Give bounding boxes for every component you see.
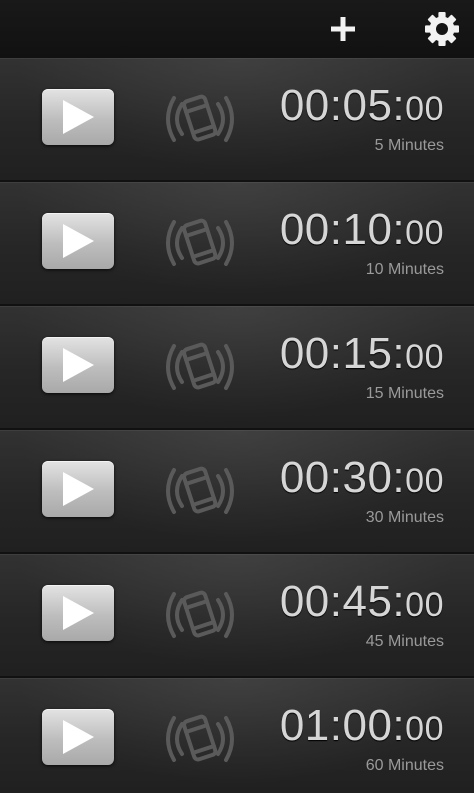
vibrate-icon [166,218,234,266]
timer-time: 00:30:00 [280,454,444,505]
vibrate-icon [166,714,234,762]
timer-label: 60 Minutes [365,757,444,774]
timer-time: 00:10:00 [280,206,444,257]
timer-row[interactable]: 00:15:00 15 Minutes [0,306,474,430]
timer-time: 01:00:00 [280,702,444,753]
timer-row[interactable]: 00:45:00 45 Minutes [0,554,474,678]
time-hms: 00:05: [279,81,406,130]
plus-icon [331,17,355,41]
vibrate-icon [166,590,234,638]
vibrate-toggle[interactable] [160,208,240,278]
timer-time: 00:15:00 [280,330,444,381]
time-fraction: 00 [405,90,444,128]
vibrate-icon [166,342,234,390]
time-hms: 00:15: [279,329,406,378]
gear-icon [425,12,459,46]
timer-label: 5 Minutes [374,137,444,154]
vibrate-icon [166,466,234,514]
time-hms: 00:10: [279,205,406,254]
time-hms: 00:30: [279,453,406,502]
time-fraction: 00 [405,214,444,252]
vibrate-toggle[interactable] [160,332,240,402]
vibrate-toggle[interactable] [160,580,240,650]
play-icon [63,100,94,134]
vibrate-toggle[interactable] [160,704,240,774]
time-fraction: 00 [405,462,444,500]
add-timer-button[interactable] [315,0,371,58]
play-icon [63,472,94,506]
time-fraction: 00 [405,710,444,748]
timer-label: 30 Minutes [365,509,444,526]
time-hms: 00:45: [279,577,406,626]
timer-list: 00:05:00 5 Minutes 00:10:00 10 Minutes 0… [0,58,474,793]
play-button[interactable] [42,89,114,145]
play-button[interactable] [42,709,114,765]
timer-row[interactable]: 00:05:00 5 Minutes [0,58,474,182]
play-icon [63,720,94,754]
vibrate-toggle[interactable] [160,84,240,154]
vibrate-toggle[interactable] [160,456,240,526]
settings-button[interactable] [414,0,470,58]
time-fraction: 00 [405,586,444,624]
play-icon [63,348,94,382]
play-button[interactable] [42,461,114,517]
timer-time: 00:05:00 [280,82,444,133]
timer-row[interactable]: 00:10:00 10 Minutes [0,182,474,306]
timer-row[interactable]: 01:00:00 60 Minutes [0,678,474,793]
play-button[interactable] [42,337,114,393]
time-fraction: 00 [405,338,444,376]
vibrate-icon [166,94,234,142]
play-icon [63,224,94,258]
timer-label: 15 Minutes [365,385,444,402]
timer-label: 45 Minutes [365,633,444,650]
time-hms: 01:00: [279,701,406,750]
timer-time: 00:45:00 [280,578,444,629]
play-icon [63,596,94,630]
timer-label: 10 Minutes [365,261,444,278]
action-bar [0,0,474,59]
play-button[interactable] [42,213,114,269]
play-button[interactable] [42,585,114,641]
app: 00:05:00 5 Minutes 00:10:00 10 Minutes 0… [0,0,474,793]
timer-row[interactable]: 00:30:00 30 Minutes [0,430,474,554]
